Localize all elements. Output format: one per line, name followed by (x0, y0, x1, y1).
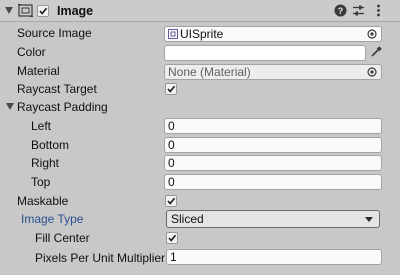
dropdown-arrow-icon (365, 217, 373, 222)
checkmark-icon (168, 234, 177, 242)
object-picker-icon[interactable] (367, 67, 377, 77)
foldout-arrow-icon[interactable] (5, 7, 13, 14)
image-type-label: Image Type (21, 212, 84, 226)
padding-left-label: Left (31, 119, 52, 133)
padding-right-label: Right (31, 156, 60, 170)
ppu-multiplier-label: Pixels Per Unit Multiplier (35, 251, 166, 265)
padding-top-label: Top (31, 175, 51, 189)
more-options-icon[interactable] (372, 4, 385, 17)
material-field[interactable]: None (Material) (164, 64, 382, 80)
padding-bottom-label: Bottom (31, 138, 70, 152)
raycast-padding-foldout-icon[interactable] (6, 103, 14, 110)
color-swatch-field[interactable] (164, 45, 366, 61)
object-picker-icon[interactable] (367, 29, 377, 39)
checkmark-icon (167, 197, 176, 205)
svg-text:?: ? (338, 6, 344, 16)
padding-left-input[interactable]: 0 (164, 118, 382, 134)
maskable-checkbox[interactable] (165, 195, 177, 207)
checkmark-icon (167, 85, 176, 93)
checkmark-icon (39, 7, 48, 15)
source-image-field[interactable]: UISprite (164, 26, 382, 42)
material-value: None (Material) (168, 65, 251, 79)
help-icon[interactable]: ? (334, 4, 347, 17)
component-header[interactable]: Image ? (0, 0, 400, 22)
maskable-label: Maskable (17, 194, 69, 208)
image-component-icon (18, 4, 33, 17)
ppu-multiplier-input[interactable]: 1 (166, 249, 382, 265)
fill-center-checkbox[interactable] (166, 232, 178, 244)
component-title: Image (57, 4, 94, 18)
source-image-value: UISprite (180, 27, 224, 41)
eyedropper-icon[interactable] (370, 46, 382, 58)
color-label: Color (17, 45, 46, 59)
image-type-dropdown[interactable]: Sliced (166, 210, 380, 228)
component-enabled-checkbox[interactable] (37, 5, 49, 17)
image-type-value: Sliced (171, 212, 204, 226)
padding-bottom-input[interactable]: 0 (164, 137, 382, 153)
raycast-target-checkbox[interactable] (165, 83, 177, 95)
raycast-padding-label[interactable]: Raycast Padding (17, 100, 108, 114)
preset-icon[interactable] (352, 4, 365, 17)
material-label: Material (17, 64, 60, 78)
padding-top-input[interactable]: 0 (164, 174, 382, 190)
fill-center-label: Fill Center (35, 231, 90, 245)
raycast-target-label: Raycast Target (17, 82, 97, 96)
padding-right-input[interactable]: 0 (164, 155, 382, 171)
sprite-icon (168, 29, 178, 39)
source-image-label: Source Image (17, 26, 92, 40)
image-component-inspector: Image ? Source Image UISprite Color Mate… (0, 0, 400, 275)
